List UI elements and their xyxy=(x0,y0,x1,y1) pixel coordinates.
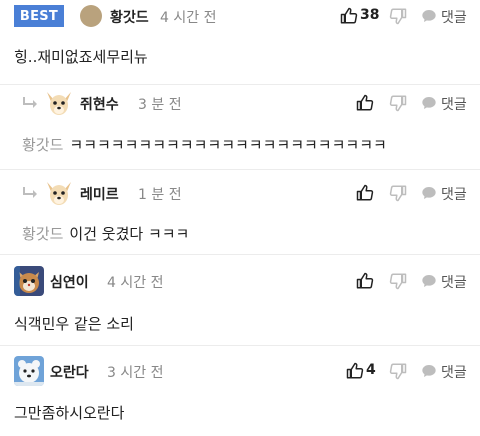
reply-comment-item: 레미르 1 분 전 댓글 황갓드 이건 웃겼다 ㅋㅋㅋ xyxy=(0,170,480,255)
thumb-up-icon[interactable] xyxy=(346,362,364,380)
thumb-up-icon[interactable] xyxy=(340,7,358,25)
comment-header: BEST 황갓드 4 시간 전 38 댓글 xyxy=(0,1,480,31)
reply-comment-item: 쥐현수 3 분 전 댓글 황갓드 ㅋㅋㅋㅋㅋㅋㅋㅋㅋㅋㅋㅋㅋㅋㅋㅋㅋㅋㅋㅋㅋㅋㅋ xyxy=(0,85,480,170)
reply-arrow-icon xyxy=(22,96,40,110)
reply-bubble-icon[interactable] xyxy=(421,185,437,201)
reply-bubble-icon[interactable] xyxy=(421,273,437,289)
comment-time: 4 시간 전 xyxy=(160,10,217,26)
thumb-down-icon[interactable] xyxy=(389,362,407,380)
reply-bubble-icon[interactable] xyxy=(421,8,437,24)
reply-button[interactable]: 댓글 xyxy=(441,7,467,27)
reply-button[interactable]: 댓글 xyxy=(441,272,467,292)
reply-arrow-icon xyxy=(22,186,40,200)
comment-text-content: ㅋㅋㅋㅋㅋㅋㅋㅋㅋㅋㅋㅋㅋㅋㅋㅋㅋㅋㅋㅋㅋㅋㅋ xyxy=(69,136,387,154)
author-name[interactable]: 쥐현수 xyxy=(80,94,119,114)
thumb-down-icon[interactable] xyxy=(389,272,407,290)
thumb-down-icon[interactable] xyxy=(389,7,407,25)
thumb-down-icon[interactable] xyxy=(389,184,407,202)
author-name[interactable]: 레미르 xyxy=(80,184,119,204)
reply-bubble-icon[interactable] xyxy=(421,363,437,379)
thumb-up-icon[interactable] xyxy=(356,272,374,290)
comment-item: BEST 황갓드 4 시간 전 38 댓글 힝..재미없죠세무리뉴 xyxy=(0,0,480,85)
chihuahua-avatar[interactable] xyxy=(44,178,74,208)
comment-time: 1 분 전 xyxy=(138,187,182,203)
thumb-up-icon[interactable] xyxy=(356,184,374,202)
comment-item: 오란다 3 시간 전 4 댓글 그만좀하시오란다 xyxy=(0,346,480,436)
comment-text: 그만좀하시오란다 xyxy=(14,404,125,422)
comment-header: 쥐현수 3 분 전 댓글 xyxy=(0,88,480,118)
reply-button[interactable]: 댓글 xyxy=(441,362,467,382)
reply-button[interactable]: 댓글 xyxy=(441,184,467,204)
comment-time: 4 시간 전 xyxy=(107,275,164,291)
comment-text: 식객민우 같은 소리 xyxy=(14,315,134,333)
thumb-up-icon[interactable] xyxy=(356,94,374,112)
thumb-down-icon[interactable] xyxy=(389,94,407,112)
comment-header: 오란다 3 시간 전 4 댓글 xyxy=(0,356,480,386)
comment-text: 힝..재미없죠세무리뉴 xyxy=(14,48,148,66)
like-count: 4 xyxy=(366,362,376,378)
polar-bear-avatar[interactable] xyxy=(14,356,44,386)
comment-header: 심연이 4 시간 전 댓글 xyxy=(0,266,480,296)
comment-item: 심연이 4 시간 전 댓글 식객민우 같은 소리 xyxy=(0,255,480,346)
comment-time: 3 시간 전 xyxy=(107,365,164,381)
comment-header: 레미르 1 분 전 댓글 xyxy=(0,178,480,208)
chihuahua-avatar[interactable] xyxy=(44,88,74,118)
comment-time: 3 분 전 xyxy=(138,97,182,113)
like-count: 38 xyxy=(360,7,380,23)
author-name[interactable]: 심연이 xyxy=(50,272,89,292)
author-name[interactable]: 오란다 xyxy=(50,362,89,382)
comment-text-content: 이건 웃겼다 ㅋㅋㅋ xyxy=(69,225,190,243)
mention-username[interactable]: 황갓드 xyxy=(22,136,63,154)
best-badge: BEST xyxy=(14,5,64,27)
reply-bubble-icon[interactable] xyxy=(421,95,437,111)
author-name[interactable]: 황갓드 xyxy=(110,7,149,27)
comment-text: 황갓드 이건 웃겼다 ㅋㅋㅋ xyxy=(22,223,189,244)
cat-avatar[interactable] xyxy=(14,266,44,296)
brown-dot-avatar[interactable] xyxy=(80,5,102,27)
mention-username[interactable]: 황갓드 xyxy=(22,225,63,243)
comment-text: 황갓드 ㅋㅋㅋㅋㅋㅋㅋㅋㅋㅋㅋㅋㅋㅋㅋㅋㅋㅋㅋㅋㅋㅋㅋ xyxy=(22,134,387,155)
reply-button[interactable]: 댓글 xyxy=(441,94,467,114)
